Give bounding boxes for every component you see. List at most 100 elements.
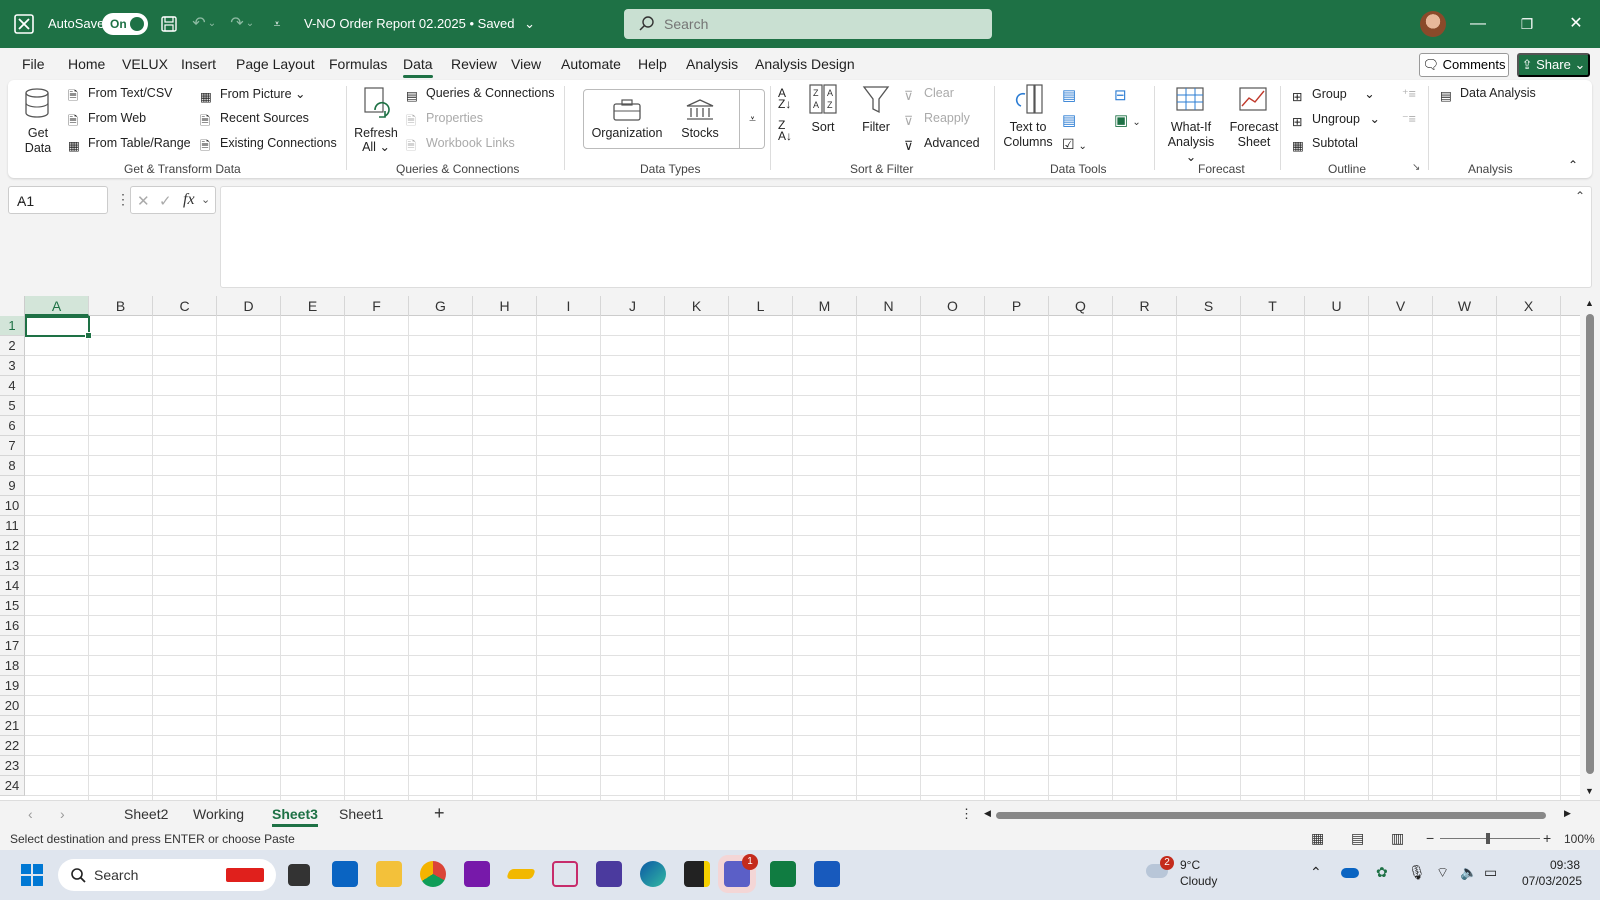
clear-button[interactable]: ⊽ Clear (904, 86, 954, 104)
scroll-up-icon[interactable]: ▲ (1585, 298, 1594, 308)
properties-button[interactable]: 🗎 Properties (406, 111, 483, 128)
close-icon[interactable]: ✕ (1564, 12, 1588, 36)
row-header-15[interactable]: 15 (0, 596, 25, 616)
wifi-icon[interactable]: ⌔ (1436, 864, 1449, 882)
column-header-w[interactable]: W (1433, 296, 1497, 316)
tray-app-icon[interactable]: ✿ (1376, 864, 1388, 881)
row-header-5[interactable]: 5 (0, 396, 25, 416)
next-sheet-icon[interactable]: › (60, 806, 65, 822)
customize-qat-icon[interactable]: ⩡ (266, 13, 288, 35)
column-header-h[interactable]: H (473, 296, 537, 316)
row-header-11[interactable]: 11 (0, 516, 25, 536)
tab-formulas[interactable]: Formulas (329, 56, 387, 72)
avatar[interactable] (1420, 11, 1446, 37)
vertical-scrollbar[interactable]: ▲ ▼ (1580, 296, 1600, 800)
queries-connections-button[interactable]: ▤ Queries & Connections (406, 86, 555, 104)
workbook-links-button[interactable]: 🗎 Workbook Links (406, 136, 515, 153)
row-header-10[interactable]: 10 (0, 496, 25, 516)
save-icon[interactable] (158, 13, 180, 35)
row-header-12[interactable]: 12 (0, 536, 25, 556)
volume-icon[interactable]: 🔈 (1460, 864, 1477, 881)
group-button[interactable]: ⊞ Group ⌄ (1292, 86, 1375, 105)
scroll-right-icon[interactable]: ▶ (1564, 808, 1571, 819)
flash-fill-icon[interactable]: ▤ (1062, 86, 1076, 104)
row-header-4[interactable]: 4 (0, 376, 25, 396)
from-web-button[interactable]: 🗎 From Web (68, 111, 146, 128)
remove-duplicates-icon[interactable]: ▤ (1062, 111, 1076, 129)
column-header-j[interactable]: J (601, 296, 665, 316)
column-header-t[interactable]: T (1241, 296, 1305, 316)
from-text-csv-button[interactable]: 🗎 From Text/CSV (68, 86, 173, 103)
column-header-a[interactable]: A (25, 296, 89, 316)
clock-time[interactable]: 09:38 (1550, 858, 1580, 872)
collapse-formula-bar-icon[interactable]: ⌃ (1575, 189, 1585, 203)
edge-icon[interactable] (640, 861, 666, 887)
row-header-22[interactable]: 22 (0, 736, 25, 756)
ungroup-button[interactable]: ⊞ Ungroup ⌄ (1292, 111, 1380, 130)
microphone-icon[interactable]: 🎙 (1408, 864, 1426, 881)
more-options-icon[interactable]: ⋮ (116, 191, 130, 208)
tab-velux[interactable]: VELUX (122, 56, 168, 72)
zoom-level[interactable]: 100% (1564, 832, 1595, 846)
scroll-left-icon[interactable]: ◀ (984, 808, 991, 819)
redo-dropdown-icon[interactable]: ⌄ (244, 13, 256, 35)
page-layout-view-icon[interactable]: ▤ (1351, 830, 1364, 847)
tab-file[interactable]: File (22, 56, 45, 72)
sort-button[interactable]: Z A A Z Sort (806, 84, 840, 134)
from-picture-button[interactable]: ▦ From Picture ⌄ (200, 86, 306, 105)
row-header-6[interactable]: 6 (0, 416, 25, 436)
subtotal-button[interactable]: ▦ Subtotal (1292, 136, 1358, 154)
sort-z-to-a-icon[interactable]: Z A↓ (778, 119, 792, 142)
column-header-e[interactable]: E (281, 296, 345, 316)
column-header-f[interactable]: F (345, 296, 409, 316)
app-icon[interactable] (596, 861, 622, 887)
share-button[interactable]: ⇪ Share ⌄ (1517, 53, 1590, 77)
row-header-1[interactable]: 1 (0, 316, 25, 336)
row-header-24[interactable]: 24 (0, 776, 25, 796)
tab-review[interactable]: Review (451, 56, 497, 72)
cancel-icon[interactable]: ✕ (137, 192, 150, 210)
document-title[interactable]: V-NO Order Report 02.2025 • Saved ⌄ (304, 16, 535, 32)
tab-analysis[interactable]: Analysis (686, 56, 738, 72)
sheet-tab-working[interactable]: Working (193, 806, 244, 822)
search-input[interactable] (664, 14, 964, 34)
active-cell-a1[interactable] (25, 316, 92, 339)
column-header-b[interactable]: B (89, 296, 153, 316)
column-header-r[interactable]: R (1113, 296, 1177, 316)
what-if-analysis-button[interactable]: What-If Analysis ⌄ (1164, 84, 1218, 165)
data-validation-icon[interactable]: ☑ ⌄ (1062, 136, 1087, 153)
row-header-17[interactable]: 17 (0, 636, 25, 656)
advanced-button[interactable]: ⊽ Advanced (904, 136, 980, 154)
column-header-o[interactable]: O (921, 296, 985, 316)
file-manager-icon[interactable] (288, 864, 310, 886)
existing-connections-button[interactable]: 🗎 Existing Connections (200, 136, 337, 153)
tab-automate[interactable]: Automate (561, 56, 621, 72)
outlook-icon[interactable] (332, 861, 358, 887)
chevron-up-icon[interactable]: ⌃ (1310, 864, 1322, 881)
column-header-g[interactable]: G (409, 296, 473, 316)
forecast-sheet-button[interactable]: Forecast Sheet (1226, 84, 1282, 150)
refresh-all-button[interactable]: Refresh All ⌄ (354, 86, 398, 154)
column-header-v[interactable]: V (1369, 296, 1433, 316)
filter-button[interactable]: Filter (858, 84, 894, 134)
cell-area[interactable] (25, 316, 1580, 800)
row-header-9[interactable]: 9 (0, 476, 25, 496)
hide-detail-icon[interactable]: ⁻≡ (1402, 111, 1416, 126)
onenote-icon[interactable] (464, 861, 490, 887)
row-header-13[interactable]: 13 (0, 556, 25, 576)
minimize-icon[interactable]: — (1466, 12, 1490, 36)
zoom-slider-thumb[interactable] (1486, 833, 1490, 844)
row-header-14[interactable]: 14 (0, 576, 25, 596)
prev-sheet-icon[interactable]: ‹ (28, 806, 33, 822)
enter-icon[interactable]: ✓ (159, 192, 172, 210)
onedrive-icon[interactable] (1341, 868, 1359, 878)
column-header-x[interactable]: X (1497, 296, 1561, 316)
column-header-c[interactable]: C (153, 296, 217, 316)
battery-icon[interactable]: ▭ (1484, 864, 1497, 881)
stocks-data-type[interactable]: Stocks (672, 98, 728, 140)
search-box[interactable] (624, 9, 992, 39)
horizontal-scrollbar[interactable]: ◀ ▶ (984, 808, 1574, 820)
scroll-down-icon[interactable]: ▼ (1585, 786, 1594, 796)
column-header-n[interactable]: N (857, 296, 921, 316)
get-data-button[interactable]: Get Data (18, 86, 58, 156)
